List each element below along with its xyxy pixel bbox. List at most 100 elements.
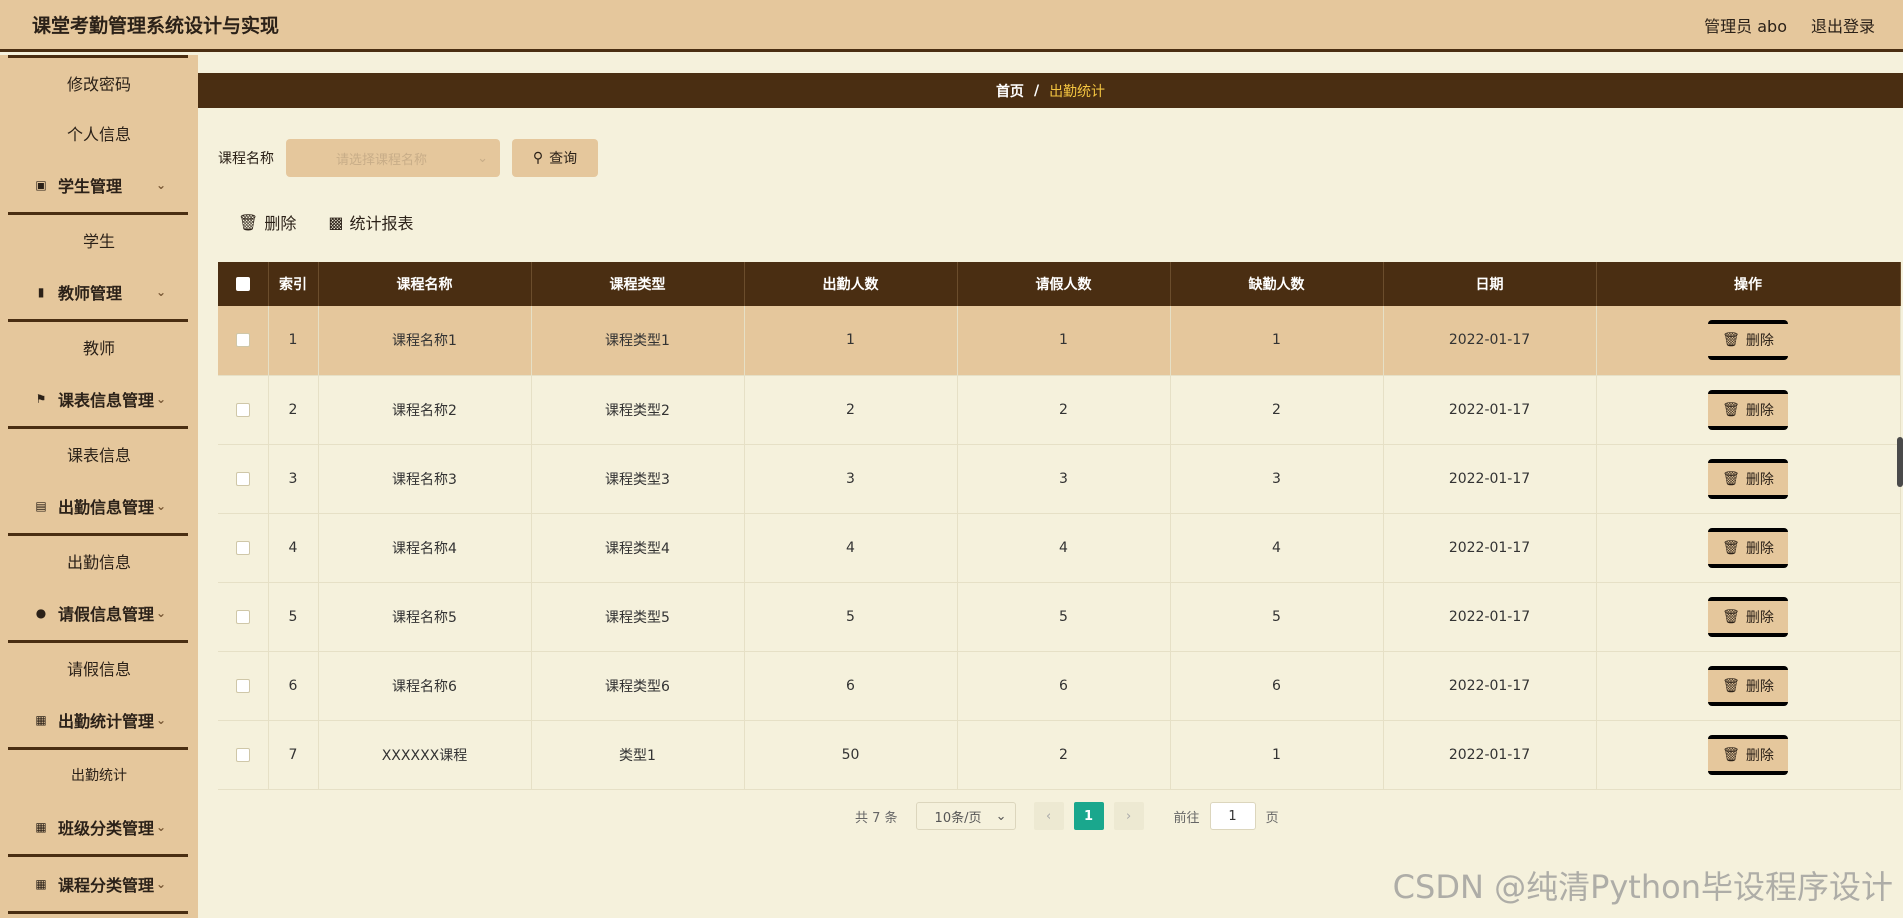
trash-icon: 🗑 bbox=[1722, 332, 1740, 349]
page-size-select[interactable]: 10条/页 ⌄ bbox=[915, 802, 1016, 830]
sidebar-group-attendance[interactable]: ▤ 出勤信息管理 ⌄ bbox=[8, 479, 188, 536]
cell-present: 6 bbox=[744, 651, 958, 721]
select-all-checkbox[interactable] bbox=[235, 277, 250, 291]
sidebar-item-student[interactable]: 学生 bbox=[0, 215, 198, 265]
sidebar-item-attendance-stats[interactable]: 出勤统计 bbox=[0, 750, 198, 800]
briefcase-icon: ▣ bbox=[35, 178, 47, 192]
row-delete-label: 删除 bbox=[1745, 471, 1774, 488]
column-header: 课程类型 bbox=[531, 262, 745, 306]
row-delete-button[interactable]: 🗑 删除 bbox=[1708, 458, 1788, 499]
breadcrumb-home[interactable]: 首页 bbox=[996, 81, 1024, 101]
bar-chart-icon: ▩ bbox=[328, 212, 344, 232]
cell-index: 5 bbox=[268, 582, 319, 652]
toolbar: 🗑 删除 ▩ 统计报表 bbox=[238, 210, 413, 234]
logout-link[interactable]: 退出登录 bbox=[1811, 13, 1875, 37]
page-size-value: 10条/页 bbox=[934, 810, 982, 826]
sidebar-item-attendance-info[interactable]: 出勤信息 bbox=[0, 536, 198, 586]
cell-actions: 🗑 删除 bbox=[1596, 513, 1901, 583]
course-name-placeholder: 请选择课程名称 bbox=[336, 152, 428, 168]
batch-delete-label: 删除 bbox=[264, 214, 297, 233]
chevron-down-icon: ⌄ bbox=[155, 285, 166, 299]
trash-icon: 🗑 bbox=[1722, 401, 1740, 418]
row-delete-button[interactable]: 🗑 删除 bbox=[1708, 734, 1788, 775]
row-delete-button[interactable]: 🗑 删除 bbox=[1708, 389, 1788, 430]
cell-index: 2 bbox=[268, 375, 319, 445]
prev-page-button[interactable]: ‹ bbox=[1033, 802, 1064, 830]
cell-leave: 1 bbox=[957, 306, 1171, 376]
cell-course: 课程名称3 bbox=[318, 444, 532, 514]
bar-icon: ▮ bbox=[37, 285, 45, 299]
sidebar-group-class-category[interactable]: ▦ 班级分类管理 ⌄ bbox=[8, 800, 188, 857]
row-checkbox[interactable] bbox=[235, 540, 250, 555]
row-checkbox[interactable] bbox=[235, 678, 250, 693]
cell-absent: 1 bbox=[1170, 720, 1384, 790]
table-row[interactable]: 5 课程名称5 课程类型5 5 5 5 2022-01-17 🗑 删除 bbox=[218, 582, 1901, 652]
sidebar-group-label: 请假信息管理 bbox=[58, 605, 155, 624]
breadcrumb: 首页 / 出勤统计 bbox=[198, 73, 1903, 108]
search-icon: ⚲ bbox=[532, 150, 544, 166]
course-name-select[interactable]: 请选择课程名称 ⌄ bbox=[286, 139, 500, 177]
pagination: 共 7 条 10条/页 ⌄ ‹ 1 › 前往 1 页 bbox=[855, 802, 1279, 830]
cell-present: 5 bbox=[744, 582, 958, 652]
sidebar-item-leave-info[interactable]: 请假信息 bbox=[0, 643, 198, 693]
cell-date: 2022-01-17 bbox=[1383, 720, 1597, 790]
sidebar-group-leave[interactable]: ● 请假信息管理 ⌄ bbox=[8, 586, 188, 643]
table-row[interactable]: 1 课程名称1 课程类型1 1 1 1 2022-01-17 🗑 删除 bbox=[218, 306, 1901, 376]
row-select-cell bbox=[218, 375, 269, 445]
query-button[interactable]: ⚲ 查询 bbox=[512, 139, 598, 177]
row-checkbox[interactable] bbox=[235, 333, 250, 348]
row-delete-label: 删除 bbox=[1745, 609, 1774, 626]
row-delete-button[interactable]: 🗑 删除 bbox=[1708, 320, 1788, 361]
sidebar-item-change-password[interactable]: 修改密码 bbox=[0, 58, 198, 108]
row-delete-button[interactable]: 🗑 删除 bbox=[1708, 665, 1788, 706]
stats-report-button[interactable]: ▩ 统计报表 bbox=[328, 210, 413, 234]
row-checkbox[interactable] bbox=[235, 402, 250, 417]
chevron-down-icon: ⌄ bbox=[155, 178, 166, 192]
trash-icon: 🗑 bbox=[238, 212, 259, 232]
row-checkbox[interactable] bbox=[235, 747, 250, 762]
next-page-button[interactable]: › bbox=[1113, 802, 1144, 830]
select-all-cell bbox=[218, 262, 269, 306]
sidebar-group-course-category[interactable]: ▦ 课程分类管理 ⌄ bbox=[8, 857, 188, 914]
cell-course: 课程名称6 bbox=[318, 651, 532, 721]
column-header: 日期 bbox=[1383, 262, 1597, 306]
cell-type: 课程类型6 bbox=[531, 651, 745, 721]
sidebar-item-profile[interactable]: 个人信息 bbox=[0, 108, 198, 158]
app-title: 课堂考勤管理系统设计与实现 bbox=[32, 15, 280, 37]
page-number-current[interactable]: 1 bbox=[1073, 802, 1104, 830]
trash-icon: 🗑 bbox=[1722, 539, 1740, 556]
breadcrumb-separator: / bbox=[1033, 82, 1040, 99]
row-checkbox[interactable] bbox=[235, 471, 250, 486]
grid-icon: ▦ bbox=[35, 820, 47, 834]
row-delete-button[interactable]: 🗑 删除 bbox=[1708, 596, 1788, 637]
chevron-down-icon: ⌄ bbox=[155, 392, 166, 406]
chevron-right-icon: › bbox=[1125, 808, 1132, 824]
bulb-icon: ● bbox=[35, 606, 47, 620]
goto-page-input[interactable]: 1 bbox=[1209, 802, 1256, 830]
row-delete-label: 删除 bbox=[1745, 747, 1774, 764]
sidebar-item-schedule-info[interactable]: 课表信息 bbox=[0, 429, 198, 479]
table-row[interactable]: 6 课程名称6 课程类型6 6 6 6 2022-01-17 🗑 删除 bbox=[218, 651, 1901, 721]
chevron-down-icon: ⌄ bbox=[155, 606, 166, 620]
sidebar-item-teacher[interactable]: 教师 bbox=[0, 322, 198, 372]
sidebar-group-students[interactable]: ▣ 学生管理 ⌄ bbox=[8, 158, 188, 215]
sidebar-group-attendance-stats[interactable]: ▦ 出勤统计管理 ⌄ bbox=[8, 693, 188, 750]
table-row[interactable]: 7 XXXXXX课程 类型1 50 2 1 2022-01-17 🗑 删除 bbox=[218, 720, 1901, 790]
cell-absent: 1 bbox=[1170, 306, 1384, 376]
sidebar-group-label: 出勤统计管理 bbox=[58, 712, 155, 731]
table-row[interactable]: 4 课程名称4 课程类型4 4 4 4 2022-01-17 🗑 删除 bbox=[218, 513, 1901, 583]
table-row[interactable]: 2 课程名称2 课程类型2 2 2 2 2022-01-17 🗑 删除 bbox=[218, 375, 1901, 445]
sidebar-group-schedule[interactable]: ⚑ 课表信息管理 ⌄ bbox=[8, 372, 188, 429]
sidebar-group-label: 学生管理 bbox=[58, 177, 123, 196]
cell-leave: 4 bbox=[957, 513, 1171, 583]
page-scrollbar[interactable] bbox=[1897, 437, 1903, 487]
row-delete-button[interactable]: 🗑 删除 bbox=[1708, 527, 1788, 568]
batch-delete-button[interactable]: 🗑 删除 bbox=[238, 210, 296, 234]
cell-present: 4 bbox=[744, 513, 958, 583]
row-checkbox[interactable] bbox=[235, 609, 250, 624]
grid-icon: ▦ bbox=[35, 877, 47, 891]
table-row[interactable]: 3 课程名称3 课程类型3 3 3 3 2022-01-17 🗑 删除 bbox=[218, 444, 1901, 514]
total-count: 共 7 条 bbox=[855, 810, 898, 826]
sidebar-group-teachers[interactable]: ▮ 教师管理 ⌄ bbox=[8, 265, 188, 322]
column-header: 出勤人数 bbox=[744, 262, 958, 306]
